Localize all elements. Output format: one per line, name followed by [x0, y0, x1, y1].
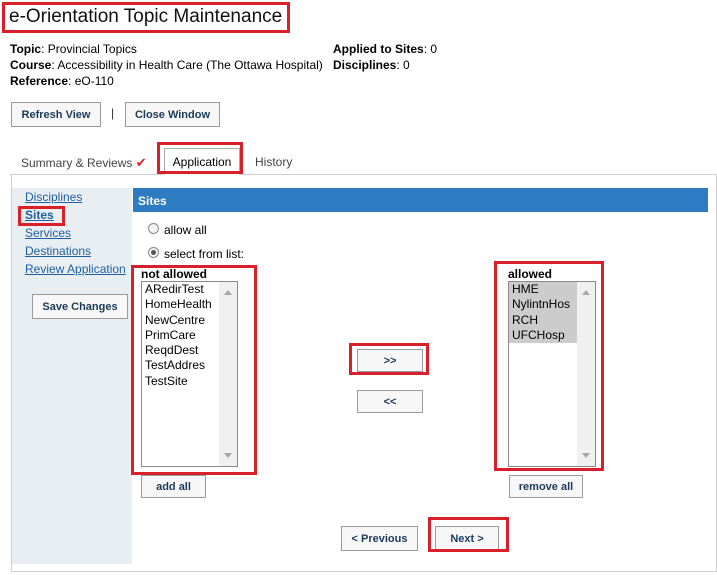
list-item[interactable]: ARedirTest	[142, 282, 219, 297]
move-left-button[interactable]: <<	[357, 390, 423, 413]
list-item[interactable]: HME	[509, 282, 577, 298]
select-from-list-radio[interactable]	[148, 247, 159, 258]
page-title: e-Orientation Topic Maintenance	[9, 6, 283, 27]
sidebar-item-destinations[interactable]: Destinations	[25, 244, 91, 258]
tab-summary-label: Summary & Reviews	[21, 156, 133, 170]
list-item[interactable]: HomeHealth	[142, 297, 219, 312]
refresh-view-button[interactable]: Refresh View	[11, 102, 101, 127]
list-item[interactable]: PrimCare	[142, 328, 219, 343]
allowed-listbox[interactable]: HME NylintnHos RCH UFCHosp	[508, 281, 596, 467]
tab-application[interactable]: Application	[164, 148, 240, 175]
applied-info: Applied to Sites: 0	[333, 42, 438, 56]
reference-value: eO-110	[74, 74, 114, 88]
course-info: Course: Accessibility in Health Care (Th…	[10, 58, 323, 72]
not-allowed-scrollbar[interactable]	[219, 282, 237, 466]
list-item[interactable]: TestSite	[142, 374, 219, 389]
list-item[interactable]: UFCHosp	[509, 327, 577, 344]
scroll-down-icon[interactable]	[582, 453, 590, 458]
sidebar-item-services[interactable]: Services	[25, 226, 71, 240]
close-window-button[interactable]: Close Window	[125, 102, 220, 127]
list-item[interactable]: NewCentre	[142, 313, 219, 328]
topic-label: Topic	[10, 42, 42, 56]
allowed-items: HME NylintnHos RCH UFCHosp	[509, 282, 577, 466]
sidebar-item-sites[interactable]: Sites	[25, 208, 54, 222]
not-allowed-items: ARedirTest HomeHealth NewCentre PrimCare…	[142, 282, 219, 466]
scroll-up-icon[interactable]	[582, 290, 590, 295]
not-allowed-title: not allowed	[141, 267, 207, 281]
remove-all-button[interactable]: remove all	[509, 475, 583, 498]
scroll-down-icon[interactable]	[224, 453, 232, 458]
previous-button[interactable]: < Previous	[341, 526, 418, 551]
topic-info: Topic: Provincial Topics	[10, 42, 137, 56]
list-item[interactable]: NylintnHos	[509, 297, 577, 313]
save-changes-button[interactable]: Save Changes	[32, 294, 128, 319]
reference-info: Reference: eO-110	[10, 74, 114, 88]
sidebar-item-review-application[interactable]: Review Application	[25, 262, 126, 276]
sidebar-item-disciplines[interactable]: Disciplines	[25, 190, 82, 204]
tab-history[interactable]: History	[255, 155, 292, 169]
disciplines-value: 0	[403, 58, 410, 72]
list-item[interactable]: RCH	[509, 312, 577, 328]
select-from-list-label: select from list:	[164, 247, 245, 261]
disciplines-info: Disciplines: 0	[333, 58, 410, 72]
allow-all-radio[interactable]	[148, 223, 159, 234]
allowed-scrollbar[interactable]	[577, 282, 595, 466]
reference-label: Reference	[10, 74, 69, 88]
next-button[interactable]: Next >	[435, 526, 499, 551]
toolbar-separator: |	[111, 106, 115, 120]
tab-summary-reviews[interactable]: Summary & Reviews ✔	[21, 155, 147, 171]
course-value: Accessibility in Health Care (The Ottawa…	[57, 58, 323, 72]
list-item[interactable]: TestAddres	[142, 358, 219, 373]
topic-value: Provincial Topics	[47, 42, 137, 56]
add-all-button[interactable]: add all	[141, 475, 206, 498]
sites-section-header: Sites	[133, 188, 708, 212]
checkmark-icon: ✔	[135, 155, 147, 170]
allowed-title: allowed	[508, 267, 553, 281]
scroll-up-icon[interactable]	[224, 290, 232, 295]
allow-all-label: allow all	[164, 223, 207, 237]
disciplines-label: Disciplines	[333, 58, 397, 72]
move-right-button[interactable]: >>	[357, 349, 423, 372]
applied-value: 0	[430, 42, 438, 56]
course-label: Course	[10, 58, 52, 72]
list-item[interactable]: ReqdDest	[142, 343, 219, 358]
not-allowed-listbox[interactable]: ARedirTest HomeHealth NewCentre PrimCare…	[141, 281, 238, 467]
applied-label: Applied to Sites	[333, 42, 424, 56]
